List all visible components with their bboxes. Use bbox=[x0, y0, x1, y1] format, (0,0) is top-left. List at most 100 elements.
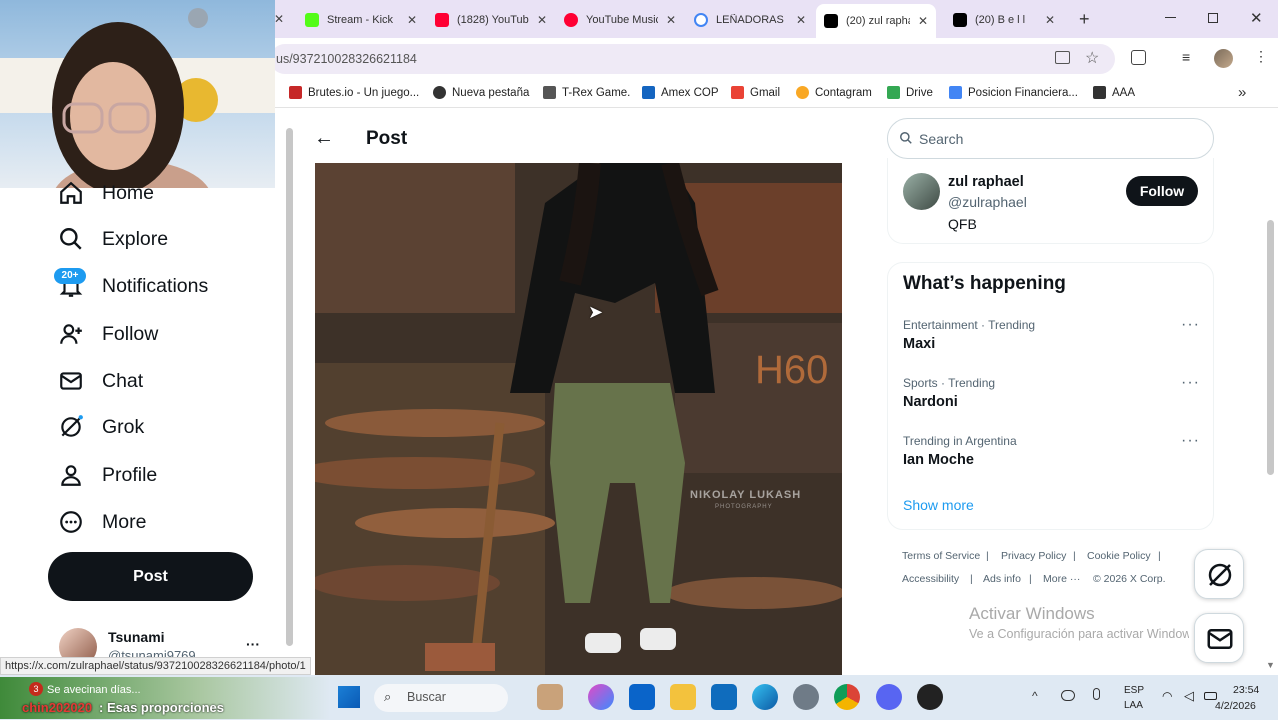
footer-privacy-link[interactable]: Privacy Policy bbox=[1001, 550, 1066, 562]
install-app-icon[interactable] bbox=[1055, 51, 1070, 64]
bookmark-amex[interactable]: Amex COP bbox=[642, 86, 719, 99]
sidebar-item-chat[interactable]: Chat bbox=[58, 368, 143, 394]
battery-icon[interactable] bbox=[1204, 692, 1217, 700]
show-more-link[interactable]: Show more bbox=[903, 497, 974, 513]
tab-kick[interactable]: Stream - Kick ✕ bbox=[305, 6, 417, 34]
bookmark-label: Drive bbox=[906, 86, 933, 99]
trend-name[interactable]: Ian Moche bbox=[903, 452, 974, 468]
settings-icon[interactable] bbox=[793, 684, 819, 710]
tab-close-icon[interactable]: ✕ bbox=[1045, 13, 1055, 27]
sidebar-item-explore[interactable]: Explore bbox=[58, 226, 168, 252]
trend-name[interactable]: Nardoni bbox=[903, 394, 958, 410]
sidebar-item-more[interactable]: More bbox=[58, 509, 146, 535]
trend-more-icon[interactable]: ··· bbox=[1181, 432, 1200, 450]
messages-fab-button[interactable] bbox=[1194, 613, 1244, 663]
bookmark-label: Nueva pestaña bbox=[452, 86, 530, 99]
bookmark-aaa[interactable]: AAA bbox=[1093, 86, 1135, 99]
url-text[interactable]: us/937210028326621184 bbox=[276, 52, 417, 66]
app-icon[interactable] bbox=[917, 684, 943, 710]
tab-x-active[interactable]: (20) zul raphael ✕ bbox=[816, 4, 937, 38]
post-button[interactable]: Post bbox=[48, 552, 253, 601]
profile-handle: @zulraphael bbox=[948, 194, 1027, 210]
tab-close-icon[interactable]: ✕ bbox=[407, 13, 417, 27]
chat-overlay-user: chin202020 bbox=[22, 700, 93, 715]
microphone-icon[interactable] bbox=[1093, 688, 1100, 700]
wifi-icon[interactable]: ◠ bbox=[1162, 689, 1172, 703]
close-window-button[interactable]: ✕ bbox=[1250, 9, 1263, 27]
star-icon[interactable]: ☆ bbox=[1085, 48, 1099, 68]
avatar[interactable] bbox=[903, 173, 940, 210]
sidebar-item-follow[interactable]: Follow bbox=[58, 321, 158, 347]
tab-google[interactable]: LEÑADORAS ✕ bbox=[694, 6, 806, 34]
bookmark-contagram[interactable]: Contagram bbox=[796, 86, 872, 99]
sidebar-item-grok[interactable]: Grok bbox=[58, 414, 144, 440]
bookmark-label: Contagram bbox=[815, 86, 872, 99]
search-icon bbox=[60, 228, 82, 250]
webcam-overlay bbox=[0, 0, 275, 188]
scroll-down-icon[interactable]: ▼ bbox=[1266, 660, 1275, 670]
maximize-button[interactable] bbox=[1208, 13, 1218, 23]
bookmark-label: Amex COP bbox=[661, 86, 719, 99]
activation-watermark-sub: Ve a Configuración para activar Windows. bbox=[969, 627, 1189, 641]
outlook-icon[interactable] bbox=[629, 684, 655, 710]
sidebar-item-profile[interactable]: Profile bbox=[58, 462, 157, 488]
footer-ads-link[interactable]: Ads info bbox=[983, 573, 1021, 585]
account-menu-icon[interactable]: ··· bbox=[246, 636, 260, 652]
widget-icon[interactable] bbox=[537, 684, 563, 710]
trend-name[interactable]: Maxi bbox=[903, 336, 935, 352]
back-arrow-icon[interactable]: ← bbox=[314, 127, 334, 150]
tab-close-icon[interactable]: ✕ bbox=[666, 13, 676, 27]
bookmark-posicion[interactable]: Posicion Financiera... bbox=[949, 86, 1078, 99]
amex-icon bbox=[642, 86, 655, 99]
trend-more-icon[interactable]: ··· bbox=[1181, 316, 1200, 334]
new-tab-button[interactable]: + bbox=[1079, 9, 1090, 30]
profile-name[interactable]: zul raphael bbox=[948, 174, 1024, 190]
footer-terms-link[interactable]: Terms of Service bbox=[902, 550, 980, 562]
sidebar-item-home[interactable]: Home bbox=[58, 180, 154, 206]
bookmark-drive[interactable]: Drive bbox=[887, 86, 933, 99]
copilot-icon[interactable] bbox=[588, 684, 614, 710]
windows-start-icon[interactable] bbox=[338, 686, 360, 708]
clock-time[interactable]: 23:54 bbox=[1233, 684, 1259, 696]
chevron-up-icon[interactable]: ^ bbox=[1032, 689, 1038, 703]
folder-icon[interactable] bbox=[670, 684, 696, 710]
tab-close-icon[interactable]: ✕ bbox=[537, 13, 547, 27]
avatar[interactable] bbox=[1214, 49, 1233, 68]
scrollbar[interactable] bbox=[286, 128, 293, 646]
extensions-icon[interactable] bbox=[1131, 50, 1146, 65]
volume-icon[interactable]: ◁ bbox=[1184, 688, 1194, 704]
edge-icon[interactable] bbox=[752, 684, 778, 710]
store-icon[interactable] bbox=[711, 684, 737, 710]
tab-close-icon[interactable]: ✕ bbox=[918, 14, 928, 28]
bookmark-gmail[interactable]: Gmail bbox=[731, 86, 780, 99]
envelope-icon bbox=[60, 372, 82, 390]
cloud-icon[interactable] bbox=[1061, 690, 1075, 701]
follow-button[interactable]: Follow bbox=[1126, 176, 1198, 206]
drive-icon bbox=[949, 86, 962, 99]
footer-cookie-link[interactable]: Cookie Policy bbox=[1087, 550, 1151, 562]
footer-more-link[interactable]: More ··· bbox=[1043, 573, 1080, 585]
trend-more-icon[interactable]: ··· bbox=[1181, 374, 1200, 392]
tab-close-icon[interactable]: ✕ bbox=[274, 12, 284, 26]
bookmark-nueva-pestana[interactable]: Nueva pestaña bbox=[433, 86, 529, 99]
browser-menu-icon[interactable]: ⋮ bbox=[1254, 48, 1268, 65]
grok-fab-button[interactable] bbox=[1194, 549, 1244, 599]
footer-accessibility-link[interactable]: Accessibility bbox=[902, 573, 959, 585]
media-control-icon[interactable]: ≡ bbox=[1182, 49, 1190, 65]
drive-icon bbox=[887, 86, 900, 99]
clock-date[interactable]: 4/2/2026 bbox=[1215, 700, 1256, 712]
tab-youtube-music[interactable]: YouTube Music ✕ bbox=[564, 6, 676, 34]
tab-x[interactable]: (20) B e l l ✕ bbox=[953, 6, 1055, 34]
bookmarks-overflow-icon[interactable]: » bbox=[1238, 84, 1246, 101]
bookmark-trex[interactable]: T-Rex Game. bbox=[543, 86, 630, 99]
tab-close-icon[interactable]: ✕ bbox=[796, 13, 806, 27]
minimize-button[interactable] bbox=[1165, 17, 1176, 18]
language-indicator[interactable]: ESP bbox=[1124, 685, 1144, 696]
discord-icon[interactable] bbox=[876, 684, 902, 710]
chrome-icon[interactable] bbox=[834, 684, 860, 710]
bookmark-label: AAA bbox=[1112, 86, 1136, 99]
bookmark-brutes[interactable]: Brutes.io - Un juego... bbox=[289, 86, 419, 99]
scrollbar[interactable] bbox=[1267, 220, 1274, 475]
tab-youtube[interactable]: (1828) YouTube ✕ bbox=[435, 6, 547, 34]
post-photo[interactable]: H60 NIKOLAY LUKASH PHOTOGRAPHY bbox=[315, 163, 842, 675]
